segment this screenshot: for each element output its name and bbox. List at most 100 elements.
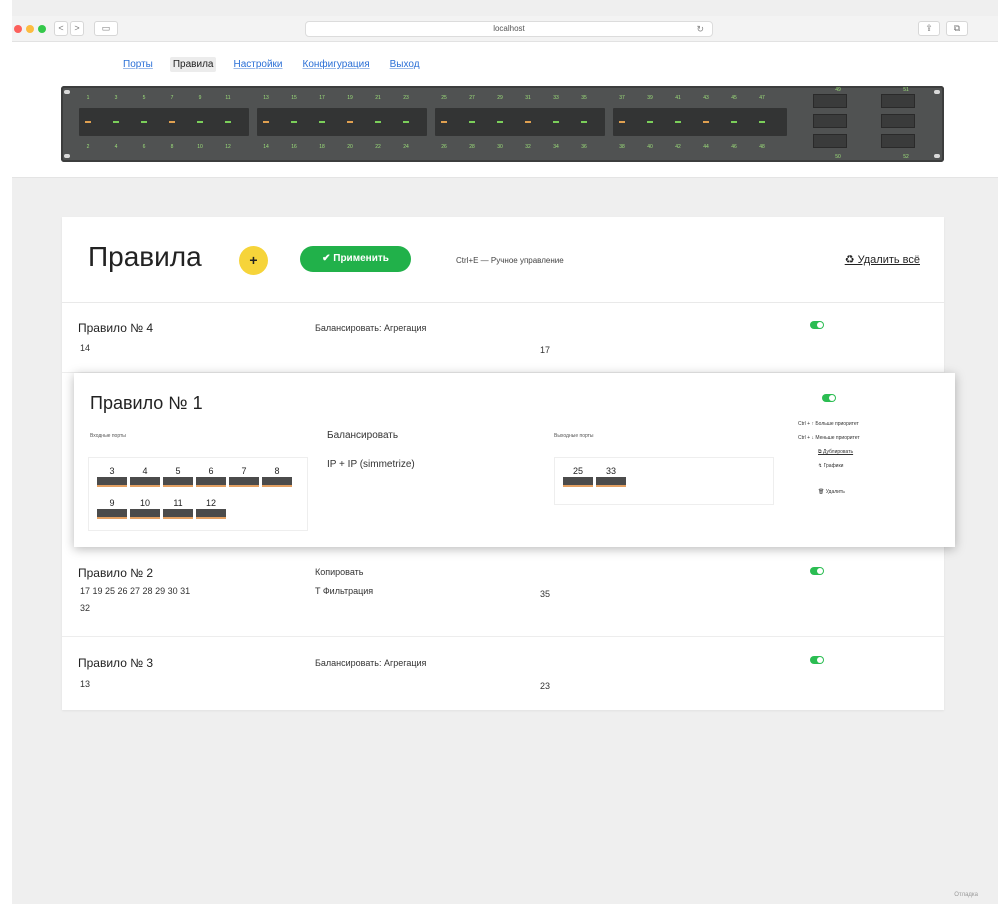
port-cell[interactable]: 4 (130, 466, 160, 487)
port-cell[interactable]: 33 (596, 466, 626, 487)
port-number-label: 18 (319, 144, 325, 150)
rule-enabled-toggle[interactable] (810, 656, 824, 664)
duplicate-option[interactable]: ⧉ Дублировать (818, 449, 853, 455)
tabs-icon: ⧉ (953, 23, 961, 33)
port-number-label: 12 (225, 144, 231, 150)
sfp-port-51[interactable] (813, 134, 847, 148)
priority-up-option[interactable]: Ctrl + ↑ Больше приоритет (798, 421, 859, 427)
port-group-3[interactable] (435, 108, 605, 136)
port-cell[interactable]: 11 (163, 498, 193, 519)
port-cell[interactable]: 12 (196, 498, 226, 519)
rule-enabled-toggle[interactable] (810, 567, 824, 575)
port-number-label: 28 (469, 144, 475, 150)
port-led (403, 121, 409, 123)
port-led (647, 121, 653, 123)
port-cell[interactable]: 6 (196, 466, 226, 487)
main-nav: Порты Правила Настройки Конфигурация Вых… (120, 57, 423, 72)
close-window-button[interactable] (14, 25, 22, 33)
back-button[interactable]: < (54, 21, 68, 36)
charts-option[interactable]: ↯ Графики (818, 463, 843, 469)
rule-input-ports: 14 (80, 343, 91, 353)
port-led (553, 121, 559, 123)
expanded-rule-card[interactable]: Правило № 1 Входные порты 3 4 5 6 7 8 9 10 11 12 … (74, 373, 955, 547)
share-button[interactable]: ⇪ (918, 21, 940, 36)
input-ports-box[interactable]: 3 4 5 6 7 8 9 10 11 12 (88, 457, 308, 531)
port-number-label: 44 (703, 144, 709, 150)
sidebar-button[interactable]: ▭ (94, 21, 118, 36)
port-led (263, 121, 269, 123)
apply-button[interactable]: ✔ Применить (300, 246, 411, 272)
output-ports-box[interactable]: 25 33 (554, 457, 774, 505)
port-cell[interactable]: 7 (229, 466, 259, 487)
port-number-label: 46 (731, 144, 737, 150)
port-led (141, 121, 147, 123)
nav-configuration[interactable]: Конфигурация (300, 57, 373, 72)
maximize-window-button[interactable] (38, 25, 46, 33)
port-cell[interactable]: 5 (163, 466, 193, 487)
delete-all-button[interactable]: ♻ Удалить всё (845, 253, 920, 266)
address-bar[interactable]: localhost ↻ (305, 21, 713, 37)
port-number-label: 21 (375, 95, 381, 101)
port-number-label: 42 (675, 144, 681, 150)
rack-hole (934, 90, 940, 94)
sfp-port-49[interactable] (813, 94, 847, 108)
rule-enabled-toggle[interactable] (822, 394, 836, 402)
port-group-2[interactable] (257, 108, 427, 136)
port-led (347, 121, 353, 123)
rules-header: Правила + ✔ Применить Ctrl+E — Ручное уп… (62, 217, 944, 303)
port-number-label: 25 (441, 95, 447, 101)
forward-button[interactable]: > (70, 21, 84, 36)
port-number-label: 24 (403, 144, 409, 150)
uplink-label: 51 (903, 87, 909, 93)
port-number-label: 2 (86, 144, 90, 150)
switch-front-panel: 49 51 50 52 1 3 5 7 9 11 13 15 17 19 21 23 25 27 29 31 3… (61, 86, 944, 162)
rule-row[interactable]: Правило № 3 Балансировать: Агрегация 13 … (62, 637, 944, 710)
nav-ports[interactable]: Порты (120, 57, 156, 72)
port-plug-icon (163, 477, 193, 487)
rule-action: Балансировать: Агрегация (315, 658, 427, 668)
port-plug-icon (130, 477, 160, 487)
rule-filter: T Фильтрация (315, 586, 374, 596)
tabs-button[interactable]: ⧉ (946, 21, 968, 36)
add-rule-button[interactable]: + (239, 246, 268, 275)
port-number-label: 38 (619, 144, 625, 150)
sfp-port-50[interactable] (813, 114, 847, 128)
rule-row[interactable]: Правило № 2 Копировать T Фильтрация 17 1… (62, 549, 944, 637)
port-cell[interactable]: 8 (262, 466, 292, 487)
rack-hole (64, 90, 70, 94)
rule-enabled-toggle[interactable] (810, 321, 824, 329)
rule-input-ports-wrap: 32 (80, 603, 91, 613)
reload-icon[interactable]: ↻ (696, 22, 704, 36)
minimize-window-button[interactable] (26, 25, 34, 33)
port-number-label: 20 (347, 144, 353, 150)
port-plug-icon (262, 477, 292, 487)
port-group-1[interactable] (79, 108, 249, 136)
sfp-port-53[interactable] (881, 114, 915, 128)
rule-action: Копировать (315, 567, 364, 577)
port-cell[interactable]: 9 (97, 498, 127, 519)
priority-down-option[interactable]: Ctrl + ↓ Меньше приоритет (798, 435, 860, 441)
port-cell[interactable]: 10 (130, 498, 160, 519)
port-led (291, 121, 297, 123)
rule-name: Правило № 3 (78, 656, 154, 670)
port-number-label: 33 (553, 95, 559, 101)
port-cell[interactable]: 3 (97, 466, 127, 487)
port-number-label: 1 (86, 95, 90, 101)
nav-rules[interactable]: Правила (169, 57, 217, 72)
input-ports-label: Входные порты (90, 433, 126, 439)
rule-input-ports: 17 19 25 26 27 28 29 30 31 (80, 586, 191, 596)
nav-logout[interactable]: Выход (387, 57, 423, 72)
rule-row[interactable]: Правило № 4 Балансировать: Агрегация 14 … (62, 303, 944, 373)
debug-link[interactable]: Отладка (954, 892, 978, 898)
sfp-port-52[interactable] (881, 94, 915, 108)
app-header: Порты Правила Настройки Конфигурация Вых… (12, 42, 998, 178)
port-cell[interactable]: 25 (563, 466, 593, 487)
forward-arrow-icon: > (74, 23, 80, 33)
balancing-mode[interactable]: IP + IP (simmetrize) (327, 459, 415, 470)
delete-option[interactable]: 🗑 Удалить (818, 489, 845, 495)
port-led (619, 121, 625, 123)
nav-settings[interactable]: Настройки (230, 57, 285, 72)
port-led (225, 121, 231, 123)
port-number-label: 31 (525, 95, 531, 101)
sfp-port-54[interactable] (881, 134, 915, 148)
